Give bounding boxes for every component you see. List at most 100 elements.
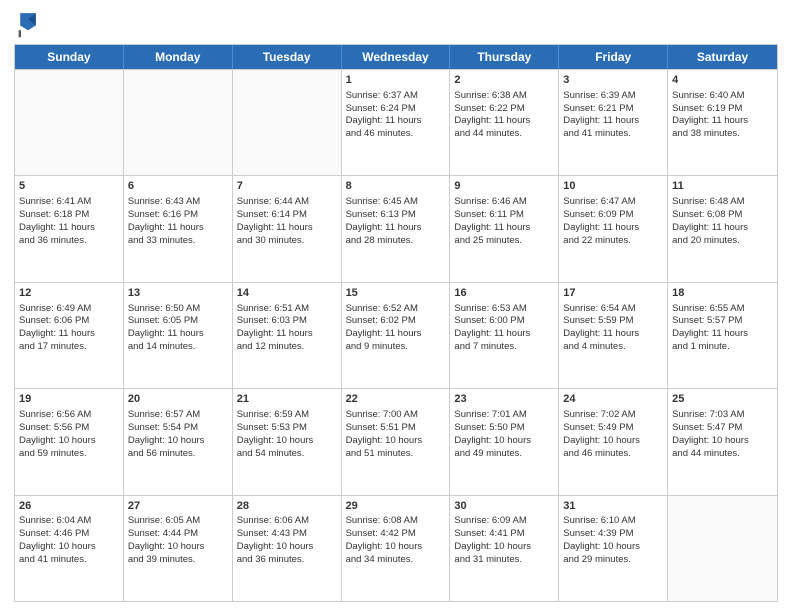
day-info-line: Daylight: 10 hours (19, 435, 119, 448)
day-info-line: Daylight: 10 hours (563, 435, 663, 448)
day-info-line: Daylight: 11 hours (128, 328, 228, 341)
day-info-line: Sunset: 6:14 PM (237, 209, 337, 222)
day-info-line: Daylight: 10 hours (128, 435, 228, 448)
page: SundayMondayTuesdayWednesdayThursdayFrid… (0, 0, 792, 612)
day-info-line: Sunset: 4:43 PM (237, 528, 337, 541)
day-info-line: and 30 minutes. (237, 235, 337, 248)
day-info-line: Daylight: 10 hours (19, 541, 119, 554)
day-info-line: and 12 minutes. (237, 341, 337, 354)
day-info-line: and 36 minutes. (237, 554, 337, 567)
cal-cell-18: 18Sunrise: 6:55 AMSunset: 5:57 PMDayligh… (668, 283, 777, 388)
day-number: 8 (346, 179, 446, 194)
cal-cell-3: 3Sunrise: 6:39 AMSunset: 6:21 PMDaylight… (559, 70, 668, 175)
calendar: SundayMondayTuesdayWednesdayThursdayFrid… (14, 44, 778, 602)
day-info-line: Sunrise: 6:53 AM (454, 303, 554, 316)
cal-cell-16: 16Sunrise: 6:53 AMSunset: 6:00 PMDayligh… (450, 283, 559, 388)
day-info-line: Sunset: 4:44 PM (128, 528, 228, 541)
day-info-line: Sunset: 4:42 PM (346, 528, 446, 541)
day-info-line: and 41 minutes. (19, 554, 119, 567)
cal-cell-28: 28Sunrise: 6:06 AMSunset: 4:43 PMDayligh… (233, 496, 342, 601)
day-info-line: and 28 minutes. (346, 235, 446, 248)
day-info-line: Sunrise: 6:43 AM (128, 196, 228, 209)
day-info-line: Sunset: 6:22 PM (454, 103, 554, 116)
day-info-line: Daylight: 11 hours (672, 222, 773, 235)
cal-cell-11: 11Sunrise: 6:48 AMSunset: 6:08 PMDayligh… (668, 176, 777, 281)
cal-cell-empty-4-6 (668, 496, 777, 601)
cal-cell-9: 9Sunrise: 6:46 AMSunset: 6:11 PMDaylight… (450, 176, 559, 281)
day-info-line: Sunrise: 6:57 AM (128, 409, 228, 422)
day-info-line: Sunrise: 6:46 AM (454, 196, 554, 209)
day-info-line: Sunset: 5:49 PM (563, 422, 663, 435)
day-info-line: and 46 minutes. (346, 128, 446, 141)
day-info-line: and 9 minutes. (346, 341, 446, 354)
header-day-tuesday: Tuesday (233, 45, 342, 69)
day-number: 6 (128, 179, 228, 194)
day-info-line: Daylight: 11 hours (346, 115, 446, 128)
header (14, 10, 778, 38)
day-info-line: Sunrise: 6:08 AM (346, 515, 446, 528)
day-number: 17 (563, 286, 663, 301)
day-info-line: Sunrise: 6:55 AM (672, 303, 773, 316)
header-day-monday: Monday (124, 45, 233, 69)
day-info-line: Sunrise: 6:45 AM (346, 196, 446, 209)
cal-cell-1: 1Sunrise: 6:37 AMSunset: 6:24 PMDaylight… (342, 70, 451, 175)
day-info-line: Sunset: 5:47 PM (672, 422, 773, 435)
day-number: 19 (19, 392, 119, 407)
day-info-line: and 59 minutes. (19, 448, 119, 461)
cal-cell-21: 21Sunrise: 6:59 AMSunset: 5:53 PMDayligh… (233, 389, 342, 494)
day-info-line: Sunrise: 6:04 AM (19, 515, 119, 528)
logo-icon (14, 10, 42, 38)
day-info-line: and 25 minutes. (454, 235, 554, 248)
cal-cell-14: 14Sunrise: 6:51 AMSunset: 6:03 PMDayligh… (233, 283, 342, 388)
day-info-line: Sunrise: 6:06 AM (237, 515, 337, 528)
day-number: 15 (346, 286, 446, 301)
day-info-line: Daylight: 11 hours (346, 328, 446, 341)
day-info-line: and 7 minutes. (454, 341, 554, 354)
cal-cell-29: 29Sunrise: 6:08 AMSunset: 4:42 PMDayligh… (342, 496, 451, 601)
day-info-line: Sunset: 5:53 PM (237, 422, 337, 435)
day-info-line: Sunrise: 7:01 AM (454, 409, 554, 422)
day-number: 3 (563, 73, 663, 88)
cal-cell-7: 7Sunrise: 6:44 AMSunset: 6:14 PMDaylight… (233, 176, 342, 281)
day-info-line: Sunset: 6:00 PM (454, 315, 554, 328)
day-info-line: and 46 minutes. (563, 448, 663, 461)
cal-row-1: 5Sunrise: 6:41 AMSunset: 6:18 PMDaylight… (15, 175, 777, 281)
cal-row-2: 12Sunrise: 6:49 AMSunset: 6:06 PMDayligh… (15, 282, 777, 388)
day-info-line: Sunset: 5:56 PM (19, 422, 119, 435)
day-number: 24 (563, 392, 663, 407)
day-info-line: Daylight: 10 hours (237, 435, 337, 448)
calendar-body: 1Sunrise: 6:37 AMSunset: 6:24 PMDaylight… (15, 69, 777, 601)
day-info-line: Sunset: 5:57 PM (672, 315, 773, 328)
day-info-line: Daylight: 10 hours (346, 541, 446, 554)
day-info-line: and 1 minute. (672, 341, 773, 354)
day-info-line: and 22 minutes. (563, 235, 663, 248)
day-info-line: and 17 minutes. (19, 341, 119, 354)
cal-cell-20: 20Sunrise: 6:57 AMSunset: 5:54 PMDayligh… (124, 389, 233, 494)
cal-cell-2: 2Sunrise: 6:38 AMSunset: 6:22 PMDaylight… (450, 70, 559, 175)
cal-cell-6: 6Sunrise: 6:43 AMSunset: 6:16 PMDaylight… (124, 176, 233, 281)
day-info-line: Sunrise: 6:44 AM (237, 196, 337, 209)
day-info-line: Sunrise: 6:05 AM (128, 515, 228, 528)
logo (14, 10, 46, 38)
day-info-line: Sunset: 6:02 PM (346, 315, 446, 328)
day-info-line: Sunrise: 6:59 AM (237, 409, 337, 422)
cal-cell-13: 13Sunrise: 6:50 AMSunset: 6:05 PMDayligh… (124, 283, 233, 388)
cal-cell-4: 4Sunrise: 6:40 AMSunset: 6:19 PMDaylight… (668, 70, 777, 175)
day-info-line: Sunrise: 6:41 AM (19, 196, 119, 209)
day-number: 11 (672, 179, 773, 194)
day-info-line: and 38 minutes. (672, 128, 773, 141)
cal-row-3: 19Sunrise: 6:56 AMSunset: 5:56 PMDayligh… (15, 388, 777, 494)
day-info-line: Sunrise: 6:09 AM (454, 515, 554, 528)
day-info-line: Sunset: 4:41 PM (454, 528, 554, 541)
day-info-line: and 29 minutes. (563, 554, 663, 567)
day-info-line: Sunset: 6:05 PM (128, 315, 228, 328)
day-info-line: and 20 minutes. (672, 235, 773, 248)
day-info-line: and 51 minutes. (346, 448, 446, 461)
day-number: 10 (563, 179, 663, 194)
day-info-line: and 31 minutes. (454, 554, 554, 567)
day-info-line: Sunrise: 6:56 AM (19, 409, 119, 422)
cal-cell-15: 15Sunrise: 6:52 AMSunset: 6:02 PMDayligh… (342, 283, 451, 388)
day-info-line: Sunrise: 6:10 AM (563, 515, 663, 528)
day-info-line: Sunrise: 6:54 AM (563, 303, 663, 316)
day-info-line: and 34 minutes. (346, 554, 446, 567)
